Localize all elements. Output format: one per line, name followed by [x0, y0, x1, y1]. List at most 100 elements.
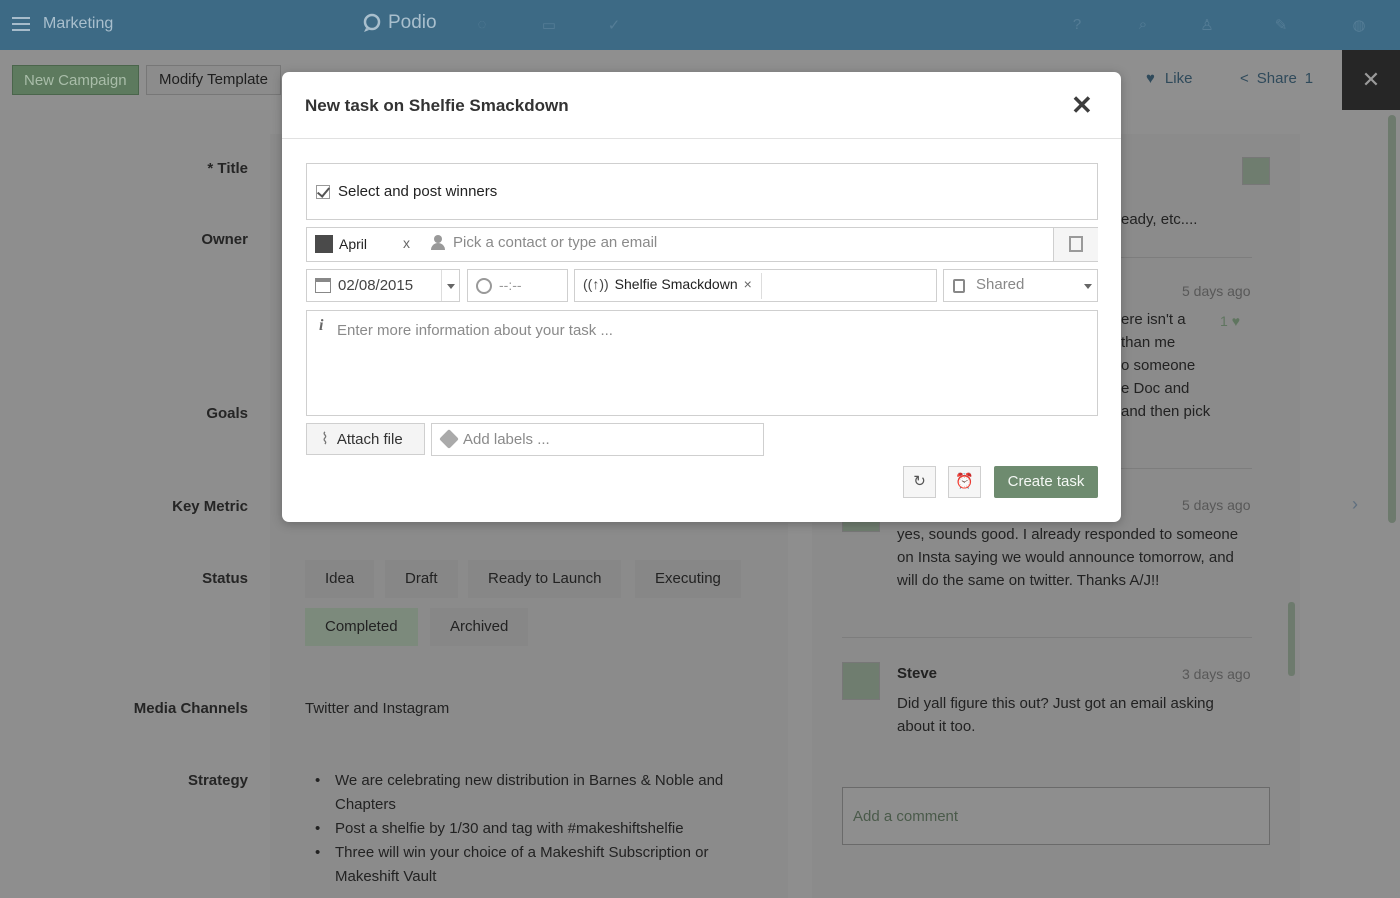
comment-line: and then pick: [1121, 403, 1211, 420]
avatar[interactable]: ◍: [1350, 16, 1368, 34]
due-time-value: --:--: [499, 277, 522, 293]
heart-icon: ♥: [1146, 70, 1155, 87]
podio-logo-icon: [363, 13, 381, 32]
comment-line: than me: [1121, 334, 1176, 351]
brand-name: Podio: [388, 12, 437, 33]
podio-logo[interactable]: Podio: [362, 12, 437, 34]
owner-field[interactable]: April x Pick a contact or type an email: [306, 227, 1098, 262]
person-icon: [431, 235, 445, 250]
tag-icon: [439, 429, 459, 449]
close-icon[interactable]: ✕: [1071, 92, 1093, 118]
list-item: Post a shelfie by 1/30 and tag with #mak…: [315, 817, 755, 841]
calendar-icon[interactable]: ▭: [540, 16, 558, 34]
labels-input[interactable]: Add labels ...: [431, 423, 764, 456]
reference-name: Shelfie Smackdown: [614, 276, 738, 292]
campaign-icon: ((↑)): [583, 276, 609, 292]
search-icon[interactable]: ⌕: [1134, 16, 1152, 34]
task-title-field[interactable]: Select and post winners: [306, 163, 1098, 220]
dialog-title: New task on Shelfie Smackdown: [305, 96, 569, 115]
heart-icon: ♥: [1231, 313, 1240, 329]
close-item-button[interactable]: ✕: [1342, 50, 1400, 110]
attach-file-button[interactable]: ⌇ Attach file: [306, 423, 425, 455]
media-channels-label: Media Channels: [133, 700, 248, 717]
status-option-completed[interactable]: Completed: [305, 608, 418, 646]
list-item: We are celebrating new distribution in B…: [315, 769, 755, 817]
new-task-dialog: New task on Shelfie Smackdown ✕ Select a…: [282, 72, 1121, 522]
repeat-icon: ↻: [913, 473, 926, 490]
reference-token: ((↑)) Shelfie Smackdown ×: [583, 276, 752, 292]
chevron-right-icon[interactable]: ›: [1352, 494, 1358, 515]
lock-icon: [953, 279, 965, 293]
labels-placeholder: Add labels ...: [463, 431, 550, 448]
avatar: [315, 235, 333, 253]
status-option-archived[interactable]: Archived: [430, 608, 529, 646]
notifications-icon[interactable]: ✎: [1272, 16, 1290, 34]
help-icon[interactable]: ?: [1068, 16, 1086, 34]
info-icon: i: [319, 317, 324, 334]
calendar-icon: [315, 278, 331, 293]
add-comment-input[interactable]: Add a comment: [842, 787, 1270, 845]
contacts-icon[interactable]: ♙: [1198, 16, 1216, 34]
paperclip-icon: ⌇: [321, 431, 329, 448]
remove-reference-icon[interactable]: ×: [744, 276, 752, 292]
comment-text: Did yall figure this out? Just got an em…: [897, 695, 1214, 735]
comment-like-count[interactable]: 1 ♥: [1220, 313, 1240, 329]
attach-file-label: Attach file: [336, 430, 403, 448]
tasks-icon[interactable]: ✓: [605, 16, 623, 34]
chevron-down-icon[interactable]: [1079, 270, 1098, 301]
comment-time: 3 days ago: [1182, 666, 1251, 682]
contact-placeholder: Pick a contact or type an email: [453, 234, 658, 251]
address-book-button[interactable]: [1053, 228, 1098, 261]
remove-owner-icon[interactable]: x: [403, 235, 410, 251]
workspace-name[interactable]: Marketing: [43, 15, 113, 33]
comment-line: o someone: [1121, 357, 1196, 374]
status-option-ready[interactable]: Ready to Launch: [468, 560, 622, 598]
repeat-button[interactable]: ↻: [903, 466, 936, 498]
comments-scrollbar[interactable]: [1288, 602, 1295, 676]
comment-text-partial: eady, etc....: [1121, 211, 1198, 228]
share-count: 1: [1304, 70, 1314, 87]
menu-icon[interactable]: [12, 17, 30, 31]
avatar: [842, 662, 880, 700]
like-button[interactable]: ♥ Like: [1146, 70, 1192, 87]
comment-divider: [842, 637, 1252, 638]
create-task-button[interactable]: Create task: [994, 466, 1098, 498]
activity-icon[interactable]: ◌: [473, 16, 491, 34]
due-time-field[interactable]: --:--: [467, 269, 568, 302]
description-placeholder: Enter more information about your task .…: [337, 322, 613, 339]
reminder-button[interactable]: ⏰: [948, 466, 981, 498]
page-scrollbar[interactable]: [1388, 115, 1396, 523]
due-date-field[interactable]: 02/08/2015: [306, 269, 460, 302]
top-bar: Marketing Podio ◌ ▭ ✓ ? ⌕ ♙ ✎ ◍: [0, 0, 1400, 50]
alarm-icon: ⏰: [955, 473, 974, 490]
comment-time: 5 days ago: [1182, 497, 1251, 513]
avatar: [1242, 157, 1270, 185]
description-field[interactable]: i Enter more information about your task…: [306, 310, 1098, 416]
comment-text: yes, sounds good. I already responded to…: [897, 526, 1239, 589]
like-label: Like: [1164, 70, 1193, 87]
task-title-input[interactable]: Select and post winners: [338, 183, 497, 200]
privacy-select[interactable]: Shared: [943, 269, 1098, 302]
status-option-executing[interactable]: Executing: [635, 560, 741, 598]
share-label: Share: [1256, 70, 1297, 87]
media-channels-value: Twitter and Instagram: [305, 700, 450, 717]
status-option-idea[interactable]: Idea: [305, 560, 375, 598]
status-option-draft[interactable]: Draft: [385, 560, 458, 598]
strategy-list: We are celebrating new distribution in B…: [315, 769, 755, 889]
chevron-down-icon[interactable]: [441, 270, 460, 301]
comment-author[interactable]: Steve: [897, 665, 937, 682]
divider: [761, 273, 762, 299]
contact-input[interactable]: Pick a contact or type an email: [431, 234, 657, 251]
dialog-header: New task on Shelfie Smackdown ✕: [282, 72, 1121, 139]
comment-line: e Doc and: [1121, 380, 1190, 397]
strategy-label: Strategy: [187, 772, 248, 789]
reference-field[interactable]: ((↑)) Shelfie Smackdown ×: [574, 269, 937, 302]
modify-template-button[interactable]: Modify Template: [146, 65, 281, 95]
share-button[interactable]: < Share 1: [1240, 70, 1313, 87]
clock-icon: [476, 278, 492, 294]
owner-token: April: [315, 235, 367, 253]
goals-label: Goals: [206, 405, 248, 422]
address-book-icon: [1069, 236, 1083, 252]
checkbox-icon: [316, 185, 330, 199]
new-campaign-button[interactable]: New Campaign: [12, 65, 139, 95]
